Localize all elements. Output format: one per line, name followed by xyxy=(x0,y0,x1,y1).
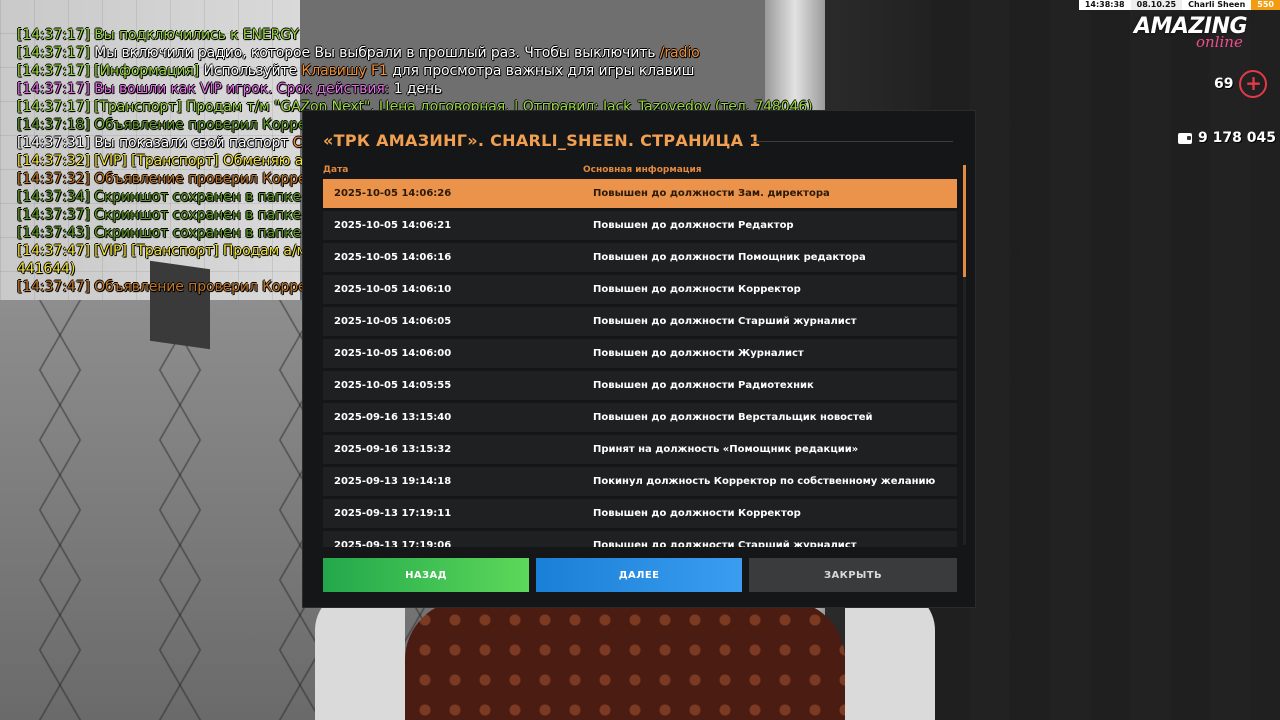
close-button[interactable]: ЗАКРЫТЬ xyxy=(749,558,957,592)
row-date: 2025-10-05 14:05:55 xyxy=(334,380,452,391)
clock: 14:38:38 xyxy=(1078,0,1131,10)
chat-text: [14:37:17] xyxy=(17,63,95,79)
player-name: Charli Sheen xyxy=(1182,0,1252,10)
history-row[interactable]: 2025-10-05 14:06:10 Повышен до должности … xyxy=(323,275,957,304)
chat-text: [14:37:32] xyxy=(17,153,95,169)
wallet-icon xyxy=(1178,132,1192,144)
chat-text: Объявление проверил Коррект xyxy=(94,171,323,187)
chat-text: [14:37:17] xyxy=(17,45,95,61)
dark-panel xyxy=(930,0,1280,720)
row-date: 2025-10-05 14:06:00 xyxy=(334,348,452,359)
chat-text: Скриншот сохранен в папке an xyxy=(94,225,323,241)
player-level: 550 xyxy=(1251,0,1280,10)
health-indicator: 69 + xyxy=(1214,70,1268,98)
chat-text: [14:37:17] xyxy=(17,99,95,115)
row-date: 2025-09-16 13:15:40 xyxy=(334,412,452,423)
chat-text: [14:37:17] xyxy=(17,27,95,43)
chat-line: [14:37:17] Вы вошли как VIP игрок. Срок … xyxy=(17,80,817,98)
chat-text: [14:37:18] xyxy=(17,117,95,133)
row-date: 2025-10-05 14:06:21 xyxy=(334,220,452,231)
chat-text: 441644) xyxy=(17,261,76,277)
server-logo: AMAZING online xyxy=(1134,14,1270,54)
chat-text: [14:37:31] xyxy=(17,135,95,151)
column-header-info: Основная информация xyxy=(583,165,702,175)
row-info: Повышен до должности Корректор xyxy=(593,284,801,295)
column-header-date: Дата xyxy=(323,165,349,175)
history-row[interactable]: 2025-09-13 19:14:18 Покинул должность Кор… xyxy=(323,467,957,496)
chat-text: Вы показали свой паспорт xyxy=(94,135,293,151)
chat-text: Мы включили радио, которое Вы выбрали в … xyxy=(94,45,660,61)
row-info: Повышен до должности Старший журналист xyxy=(593,316,857,327)
chat-text: Скриншот сохранен в папке an xyxy=(94,207,323,223)
row-date: 2025-09-13 17:19:06 xyxy=(334,540,452,547)
money-indicator: 9 178 045 xyxy=(1178,130,1276,146)
row-info: Повышен до должности Верстальщик новосте… xyxy=(593,412,873,423)
history-row[interactable]: 2025-10-05 14:06:00 Повышен до должности … xyxy=(323,339,957,368)
history-row[interactable]: 2025-10-05 14:06:21 Повышен до должности … xyxy=(323,211,957,240)
logo-sub-text: online xyxy=(1196,33,1243,51)
dialog-title: «ТРК АМАЗИНГ». CHARLI_SHEEN. СТРАНИЦА 1 xyxy=(323,131,761,150)
history-row[interactable]: 2025-09-13 17:19:06 Повышен до должности … xyxy=(323,531,957,547)
history-row[interactable]: 2025-10-05 14:06:26 Повышен до должности … xyxy=(323,179,957,208)
history-row[interactable]: 2025-10-05 14:06:05 Повышен до должности … xyxy=(323,307,957,336)
chat-text: Вы подключились к ENERGY xyxy=(94,27,299,43)
back-button[interactable]: НАЗАД xyxy=(323,558,529,592)
chat-text: [VIP] [Транспорт] Продам а/м xyxy=(94,243,307,259)
title-divider xyxy=(753,141,953,142)
chat-line: [14:37:17] [Информация] Используйте Клав… xyxy=(17,62,817,80)
row-info: Повышен до должности Зам. директора xyxy=(593,188,830,199)
chat-text: 1 день xyxy=(393,81,443,97)
health-plus-icon: + xyxy=(1239,70,1268,98)
date: 08.10.25 xyxy=(1130,0,1183,10)
row-info: Повышен до должности Радиотехник xyxy=(593,380,814,391)
chat-text: Срок действия: xyxy=(276,81,394,97)
row-date: 2025-09-13 17:19:11 xyxy=(334,508,452,519)
chat-text: [14:37:47] xyxy=(17,243,95,259)
row-date: 2025-09-16 13:15:32 xyxy=(334,444,452,455)
chat-text: Вы вошли как VIP игрок. xyxy=(94,81,277,97)
row-date: 2025-09-13 19:14:18 xyxy=(334,476,452,487)
scrollbar-thumb[interactable] xyxy=(963,165,966,277)
history-row[interactable]: 2025-09-13 17:19:11 Повышен до должности … xyxy=(323,499,957,528)
history-row[interactable]: 2025-10-05 14:06:16 Повышен до должности … xyxy=(323,243,957,272)
chat-line: [14:37:17] Вы подключились к ENERGY xyxy=(17,26,817,44)
chat-text: Скриншот сохранен в папке an xyxy=(94,189,323,205)
chat-text: для просмотра важных для игры клавиш xyxy=(387,63,695,79)
chat-text: Клавишу F1 xyxy=(301,63,388,79)
chat-text: Объявление проверил Коррект xyxy=(94,279,323,295)
history-list[interactable]: 2025-10-05 14:06:26 Повышен до должности … xyxy=(323,179,957,547)
row-date: 2025-10-05 14:06:26 xyxy=(334,188,452,199)
chat-text: [14:37:37] xyxy=(17,207,95,223)
row-date: 2025-10-05 14:06:16 xyxy=(334,252,452,263)
row-info: Повышен до должности Журналист xyxy=(593,348,804,359)
chat-text: /radio xyxy=(659,45,700,61)
row-date: 2025-10-05 14:06:05 xyxy=(334,316,452,327)
chat-text: [14:37:47] xyxy=(17,279,95,295)
chat-line: [14:37:17] Мы включили радио, которое Вы… xyxy=(17,44,817,62)
history-row[interactable]: 2025-10-05 14:05:55 Повышен до должности … xyxy=(323,371,957,400)
history-row[interactable]: 2025-09-16 13:15:40 Повышен до должности … xyxy=(323,403,957,432)
health-value: 69 xyxy=(1214,76,1234,92)
chat-text: [14:37:32] xyxy=(17,171,95,187)
status-bar: 14:38:38 08.10.25 Charli Sheen 550 xyxy=(1078,0,1280,10)
player-character xyxy=(315,590,935,720)
chat-text: [Информация] xyxy=(94,63,204,79)
row-info: Повышен до должности Редактор xyxy=(593,220,794,231)
money-value: 9 178 045 xyxy=(1198,130,1276,146)
row-info: Принят на должность «Помощник редакции» xyxy=(593,444,859,455)
chat-text: [14:37:43] xyxy=(17,225,95,241)
next-button[interactable]: ДАЛЕЕ xyxy=(536,558,742,592)
row-info: Повышен до должности Корректор xyxy=(593,508,801,519)
history-row[interactable]: 2025-09-16 13:15:32 Принят на должность «… xyxy=(323,435,957,464)
row-info: Повышен до должности Старший журналист xyxy=(593,540,857,547)
chat-text: [14:37:34] xyxy=(17,189,95,205)
chat-text: [VIP] [Транспорт] Обменяю а/ xyxy=(94,153,308,169)
row-date: 2025-10-05 14:06:10 xyxy=(334,284,452,295)
history-dialog: «ТРК АМАЗИНГ». CHARLI_SHEEN. СТРАНИЦА 1 … xyxy=(302,110,976,608)
chat-text: Используйте xyxy=(203,63,302,79)
chat-text: [14:37:17] xyxy=(17,81,95,97)
row-info: Покинул должность Корректор по собственн… xyxy=(593,476,936,487)
row-info: Повышен до должности Помощник редактора xyxy=(593,252,866,263)
